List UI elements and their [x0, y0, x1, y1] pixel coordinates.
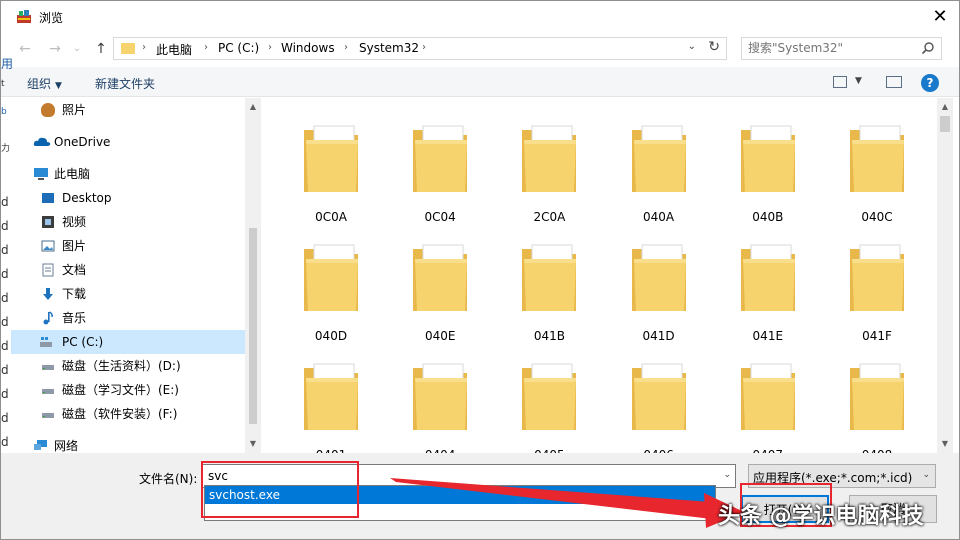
watermark: 头条 @学识电脑科技	[718, 504, 924, 529]
annotation-arrow	[390, 478, 744, 528]
